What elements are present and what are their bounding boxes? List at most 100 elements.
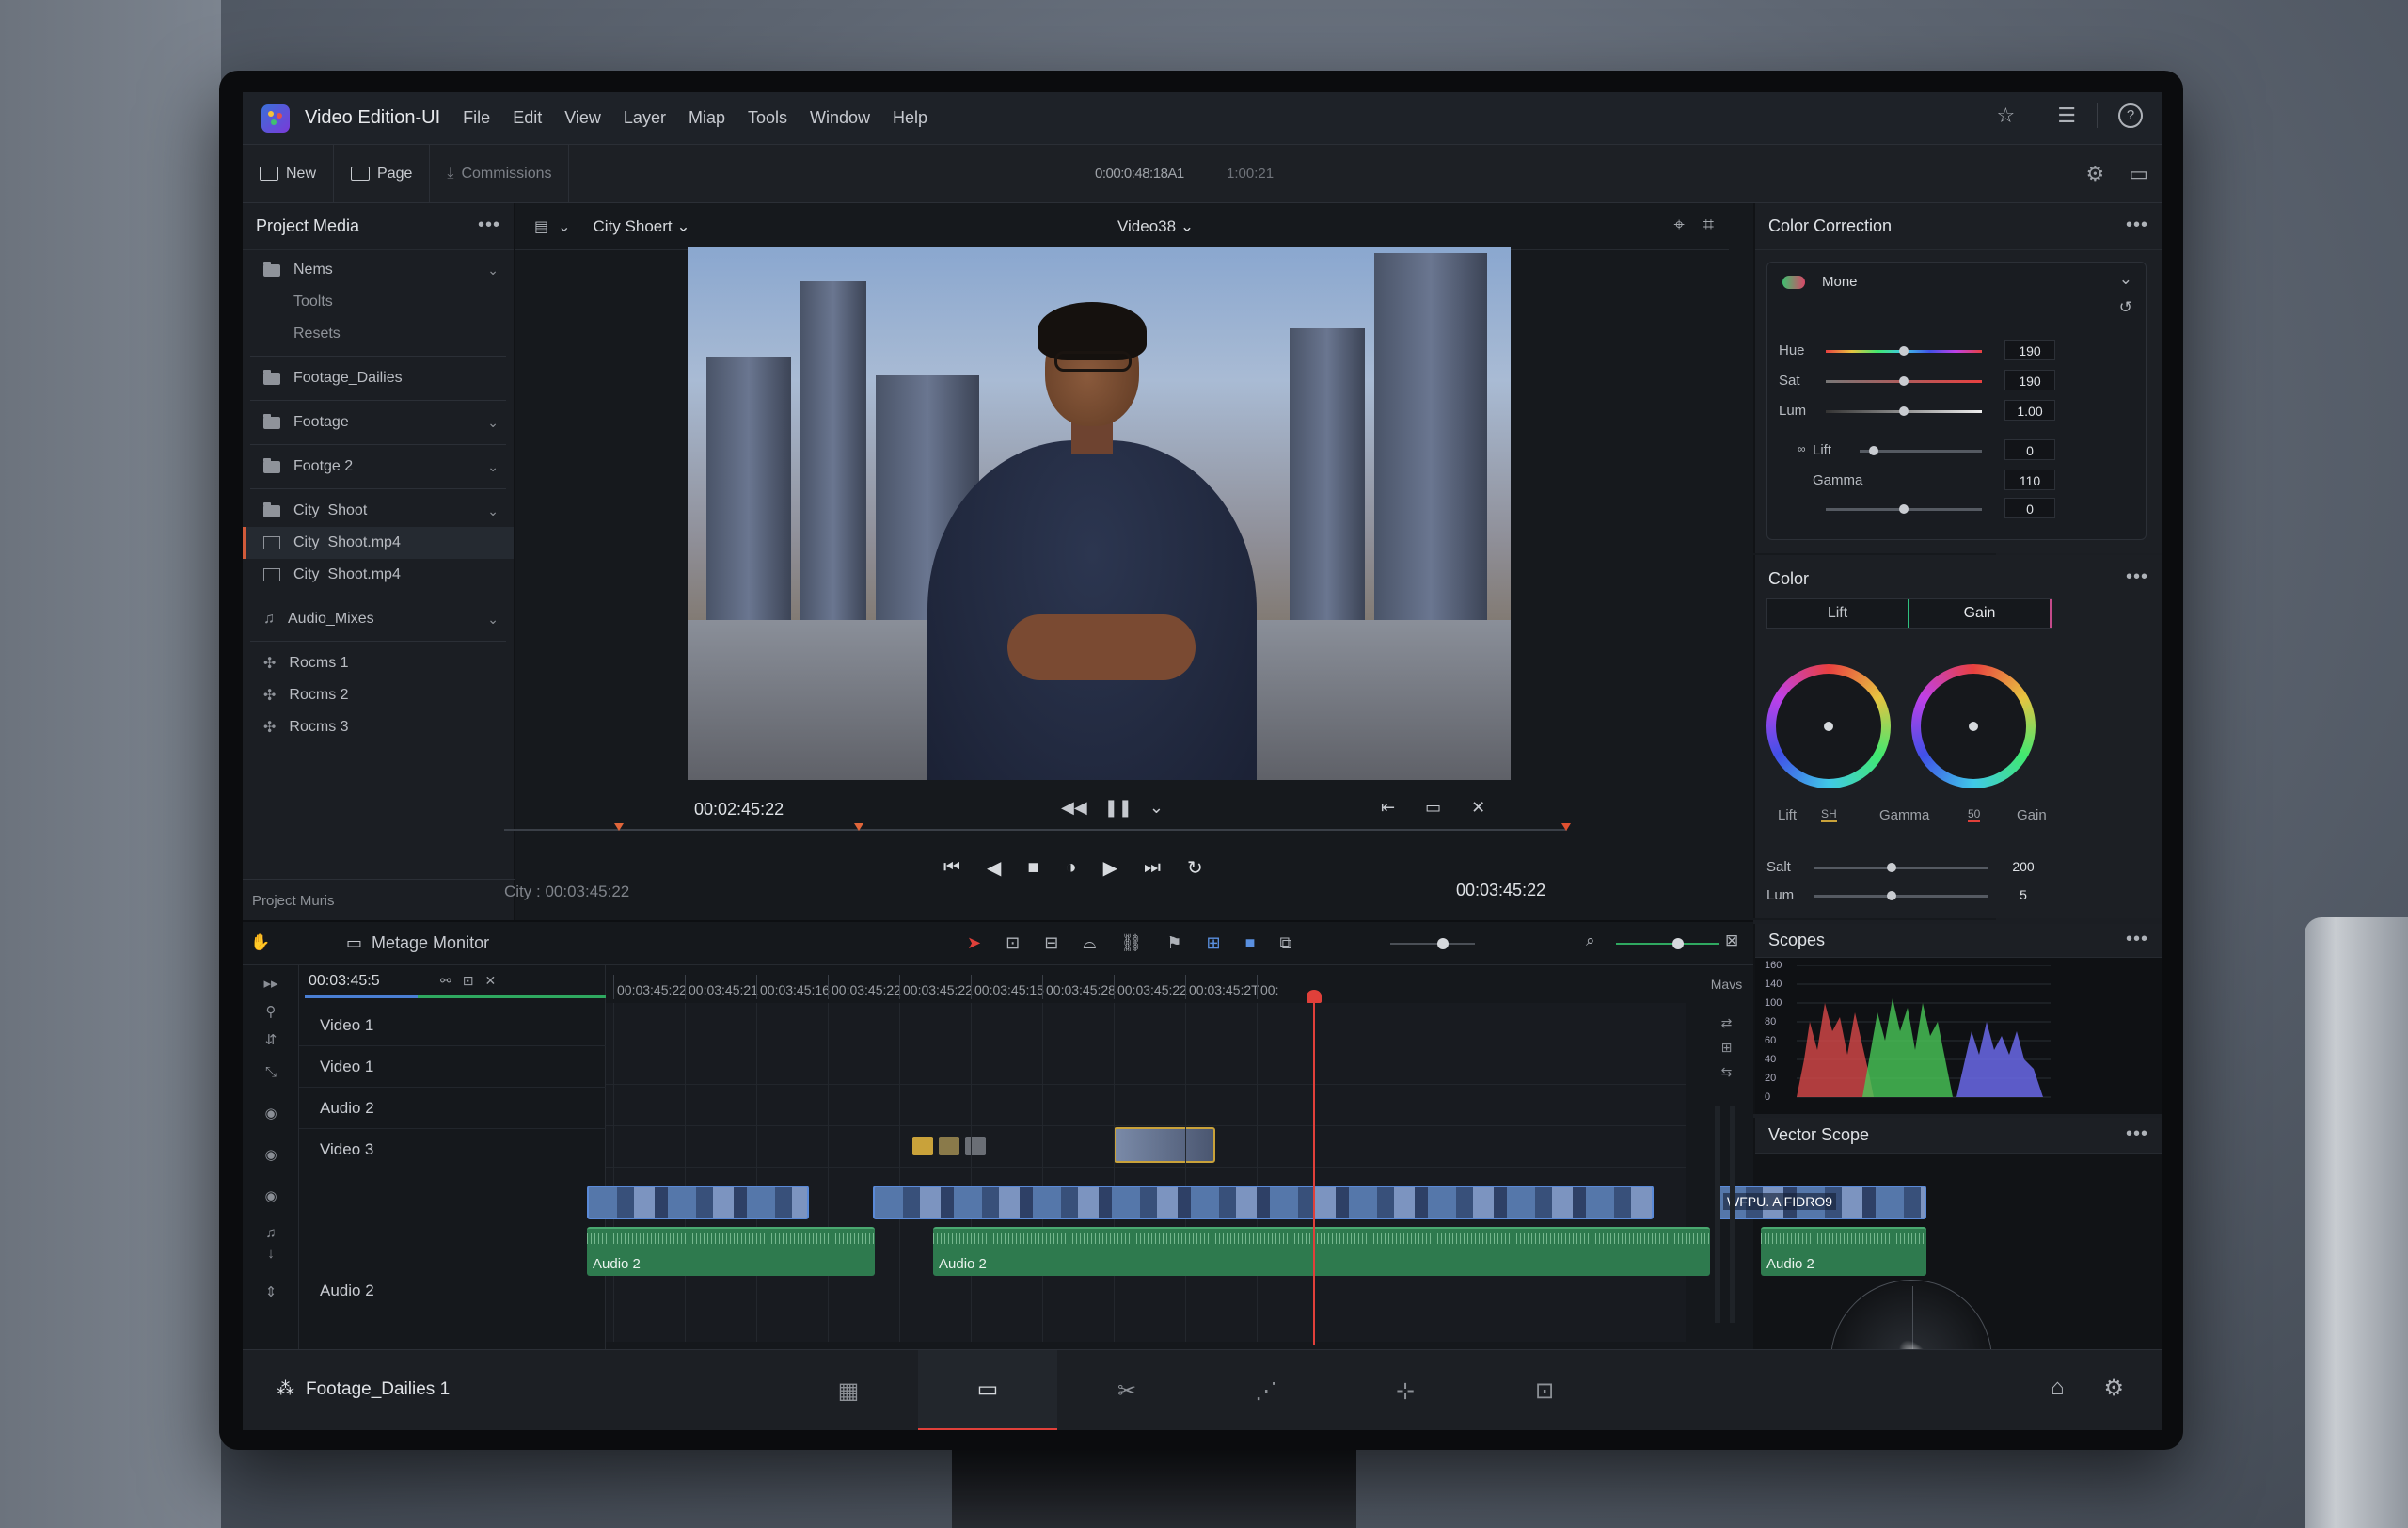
sat-slider[interactable]: Sat 190 (1779, 370, 2136, 394)
track-video-3[interactable]: Video 3 (299, 1129, 606, 1170)
menu-item-help[interactable]: Help (881, 108, 939, 128)
sat-knob[interactable] (1899, 376, 1909, 386)
timeline-timecode[interactable]: 00:03:45:5 (309, 973, 380, 990)
color-lum-knob[interactable] (1887, 891, 1896, 900)
extra-slider[interactable]: 0 (1779, 498, 2136, 522)
marker-icon[interactable]: ■ (1245, 933, 1256, 953)
effect-icon[interactable] (939, 1137, 959, 1155)
lum-value[interactable]: 1.00 (2004, 400, 2055, 421)
gamma-value[interactable]: 110 (2004, 470, 2055, 490)
media-item[interactable]: Toolts (243, 286, 514, 318)
eye-icon[interactable]: ◉ (243, 1105, 299, 1122)
expand-icon[interactable]: ▸▸ (243, 975, 299, 992)
effect-icon[interactable] (965, 1137, 986, 1155)
crop-icon[interactable]: ⌗ (1703, 215, 1714, 236)
zoom-icon[interactable]: ⌕ (1586, 931, 1595, 950)
play-icon[interactable]: ▶ (1103, 856, 1117, 880)
music-note-icon[interactable]: ♫ (243, 1225, 299, 1241)
lum-knob[interactable] (1899, 406, 1909, 416)
close-icon[interactable]: ✕ (1471, 798, 1485, 818)
more-options-icon[interactable]: ••• (2126, 929, 2148, 950)
chevron-down-icon[interactable]: ⌄ (487, 459, 499, 475)
track-video-1[interactable]: Video 1 (299, 1005, 606, 1046)
more-options-icon[interactable]: ••• (478, 215, 500, 236)
pin-icon[interactable]: ⌖ (1673, 215, 1684, 236)
media-item[interactable]: Nems ⌄ (243, 254, 514, 286)
eye-icon[interactable]: ◉ (243, 1187, 299, 1204)
step-back-icon[interactable]: ◀ (987, 856, 1001, 880)
chevron-down-icon[interactable]: ⌄ (487, 503, 499, 519)
hand-icon[interactable]: ✋ (250, 933, 270, 952)
list-menu-icon[interactable]: ☰ (2057, 103, 2076, 128)
fit-icon[interactable]: ⊠ (1725, 931, 1738, 950)
extra-knob[interactable] (1899, 504, 1909, 514)
down-arrow-icon[interactable]: ↓ (243, 1246, 299, 1262)
reset-icon[interactable]: ↺ (2119, 298, 2132, 317)
hue-value[interactable]: 190 (2004, 340, 2055, 360)
help-icon[interactable]: ? (2118, 103, 2143, 128)
tab-gain[interactable]: Gain (1908, 599, 2052, 628)
zoom-slider[interactable] (1390, 938, 1475, 949)
sat-value[interactable]: 190 (2004, 370, 2055, 390)
record-icon[interactable]: ◑ (1065, 857, 1076, 879)
timeline-ruler[interactable]: 00:03:45:22 00:03:45:21 00:03:45:16 00:03:4… (606, 975, 1686, 1003)
link-icon[interactable]: ⛓ (1121, 933, 1143, 953)
timeline-zoom-knob[interactable] (1672, 938, 1684, 949)
star-icon[interactable]: ☆ (1997, 103, 2016, 128)
chevron-down-icon[interactable]: ⌄ (487, 415, 499, 431)
hue-slider[interactable]: Hue 190 (1779, 340, 2136, 364)
camera-icon[interactable]: ⊟ (1044, 933, 1058, 953)
media-item[interactable]: Resets (243, 318, 514, 350)
playhead[interactable] (1307, 990, 1322, 1345)
extra-value[interactable]: 0 (2004, 498, 2055, 518)
menu-item-file[interactable]: File (452, 108, 501, 128)
lift-knob[interactable] (1869, 446, 1878, 455)
salt-value[interactable]: 200 (1998, 856, 2049, 877)
media-item[interactable]: City_Shoot.mp4 (243, 559, 514, 591)
page-button[interactable]: Page (334, 144, 431, 203)
audio-clip-1[interactable]: Audio 2 (587, 1227, 875, 1276)
menu-item-window[interactable]: Window (799, 108, 881, 128)
effect-icon[interactable] (912, 1137, 933, 1155)
screen-icon[interactable]: ▭ (1425, 798, 1441, 818)
media-item[interactable]: City_Shoot ⌄ (243, 495, 514, 527)
mute-icon[interactable]: ⤡ (243, 1064, 299, 1080)
cut-page-icon[interactable]: ✂ (1057, 1350, 1196, 1430)
commissions-button[interactable]: ⤓ Commissions (430, 144, 570, 203)
window-layout-icon[interactable]: ▭ (2129, 162, 2148, 186)
lift-value[interactable]: 0 (2004, 439, 2055, 460)
updown-icon[interactable]: ⇕ (243, 1283, 299, 1300)
media-item[interactable]: ✣ Rocms 2 (243, 679, 514, 711)
gamma-slider[interactable]: Gamma 110 (1779, 470, 2136, 494)
trim-tool-icon[interactable]: ⊡ (1006, 933, 1020, 953)
lum-slider[interactable]: Lum 1.00 (1779, 400, 2136, 424)
new-button[interactable]: New (243, 144, 335, 203)
settings-gear-icon[interactable]: ⚙ (2103, 1375, 2124, 1402)
menu-item-tools[interactable]: Tools (737, 108, 799, 128)
skip-end-icon[interactable]: ⏭ (1144, 857, 1161, 879)
stop-icon[interactable]: ■ (1027, 857, 1038, 879)
media-item[interactable]: ✣ Rocms 1 (243, 647, 514, 679)
trim-icon[interactable]: ⇤ (1381, 798, 1395, 818)
video-select[interactable]: Video38 ⌄ (1117, 217, 1194, 236)
hue-knob[interactable] (1899, 346, 1909, 356)
more-options-icon[interactable]: ••• (2126, 215, 2148, 236)
skip-start-icon[interactable]: ⏮ (943, 857, 960, 879)
edit-page-icon[interactable]: ▭ (918, 1350, 1057, 1430)
menu-item-view[interactable]: View (553, 108, 612, 128)
menu-item-layer[interactable]: Layer (612, 108, 677, 128)
track-audio-2-bottom[interactable]: Audio 2 (299, 1270, 606, 1312)
color-lum-value[interactable]: 5 (1998, 884, 2049, 905)
sync-icon[interactable]: ⇵ (243, 1031, 299, 1048)
media-item[interactable]: Footage_Dailies (243, 362, 514, 394)
media-item[interactable]: Footge 2 ⌄ (243, 451, 514, 483)
salt-slider[interactable]: Salt 200 (1766, 856, 2124, 881)
project-name[interactable]: ⁂ Footage_Dailies 1 (277, 1378, 450, 1400)
preset-select[interactable]: Mone (1822, 274, 1858, 290)
color-page-icon[interactable]: ⋰ (1196, 1350, 1336, 1430)
lift-color-wheel[interactable] (1766, 664, 1891, 788)
loop-icon[interactable]: ↻ (1187, 856, 1203, 880)
home-icon[interactable]: ⌂ (2051, 1375, 2065, 1402)
media-item[interactable]: ♫ Audio_Mixes ⌄ (243, 603, 514, 635)
more-options-icon[interactable]: ••• (2126, 1123, 2148, 1145)
